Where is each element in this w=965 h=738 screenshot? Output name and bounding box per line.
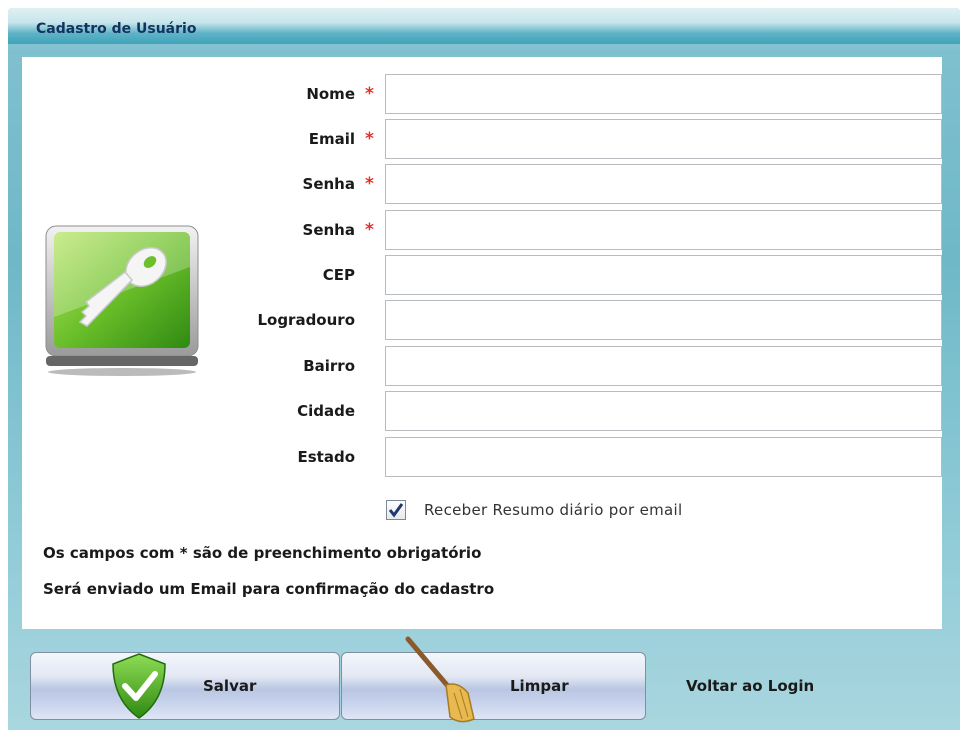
field-input-3[interactable] (385, 210, 942, 250)
field-input-6[interactable] (385, 346, 942, 386)
window-title: Cadastro de Usuário (36, 21, 197, 37)
field-input-8[interactable] (385, 437, 942, 477)
clear-button-label: Limpar (510, 677, 569, 695)
save-button[interactable]: Salvar (30, 652, 340, 720)
title-bar: Cadastro de Usuário (8, 8, 960, 44)
field-label-1: Email (308, 130, 355, 148)
required-marker: * (365, 84, 374, 104)
back-to-login-link[interactable]: Voltar ao Login (686, 677, 814, 695)
field-input-7[interactable] (385, 391, 942, 431)
field-input-4[interactable] (385, 255, 942, 295)
field-label-2: Senha (302, 175, 355, 193)
field-label-0: Nome (306, 85, 355, 103)
field-label-4: CEP (322, 266, 355, 284)
field-label-5: Logradouro (257, 311, 355, 329)
save-button-label: Salvar (203, 677, 257, 695)
daily-summary-label: Receber Resumo diário por email (424, 501, 683, 519)
clear-button[interactable]: Limpar (341, 636, 646, 723)
field-label-6: Bairro (303, 357, 355, 375)
field-label-7: Cidade (297, 402, 355, 420)
field-input-2[interactable] (385, 164, 942, 204)
field-input-0[interactable] (385, 74, 942, 114)
required-marker: * (365, 129, 374, 149)
required-marker: * (365, 220, 374, 240)
field-input-1[interactable] (385, 119, 942, 159)
field-label-3: Senha (302, 221, 355, 239)
field-label-8: Estado (297, 448, 355, 466)
confirmation-note: Será enviado um Email para confirmação d… (43, 580, 495, 598)
field-input-5[interactable] (385, 300, 942, 340)
key-icon (45, 225, 199, 376)
shield-check-icon (112, 653, 166, 719)
broom-icon (405, 636, 475, 723)
checkmark-icon (388, 503, 404, 518)
required-marker: * (365, 174, 374, 194)
required-note: Os campos com * são de preenchimento obr… (43, 544, 482, 562)
daily-summary-checkbox[interactable] (386, 500, 406, 520)
daily-summary-row: Receber Resumo diário por email (386, 497, 682, 523)
